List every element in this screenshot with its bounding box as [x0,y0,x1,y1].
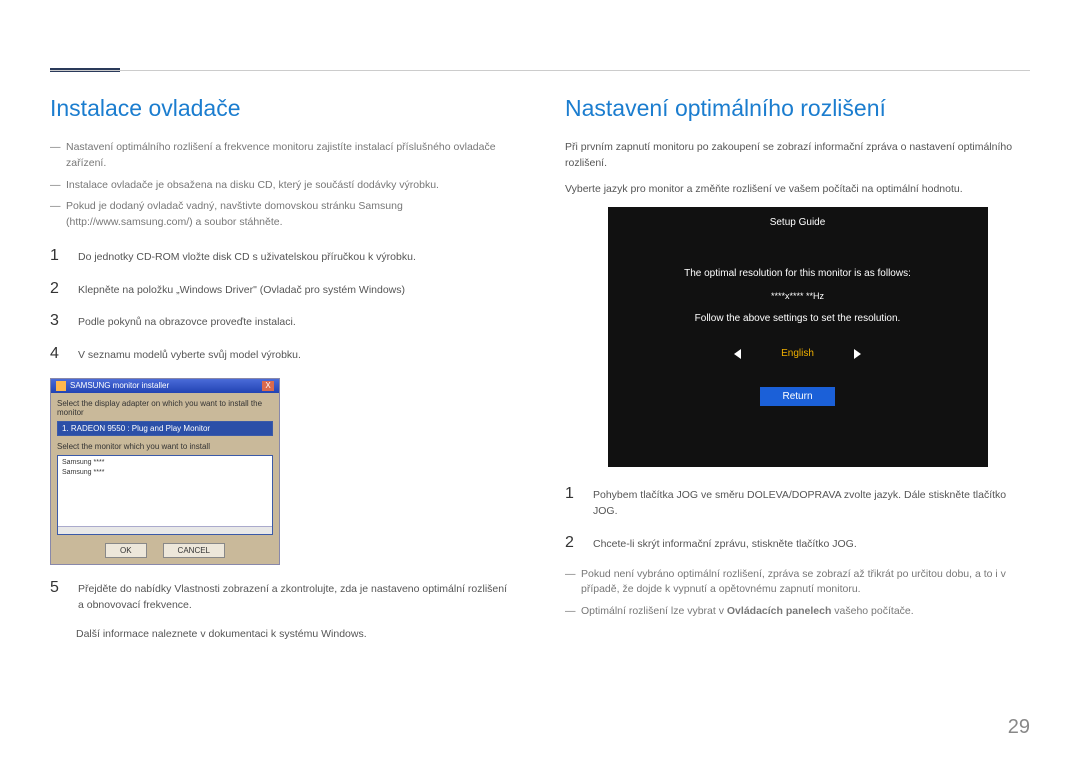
intro-item: Pokud je dodaný ovladač vadný, navštivte… [50,199,515,231]
language-value: English [781,348,814,359]
left-heading: Instalace ovladače [50,95,515,122]
installer-body: Select the display adapter on which you … [51,393,279,564]
step-number: 1 [50,247,64,265]
step-number: 4 [50,345,64,363]
step-text: Pohybem tlačítka JOG ve směru DOLEVA/DOP… [593,485,1030,520]
scrollbar-horizontal[interactable] [58,526,272,534]
step-3: 3 Podle pokynů na obrazovce proveďte ins… [50,312,515,331]
outro-tail: vašeho počítače. [831,605,913,617]
intro-item: Instalace ovladače je obsažena na disku … [50,178,515,194]
step-text: Klepněte na položku „Windows Driver" (Ov… [78,280,405,299]
step-4: 4 V seznamu modelů vyberte svůj model vý… [50,345,515,364]
step-number: 5 [50,579,64,597]
step-2: 2 Klepněte na položku „Windows Driver" (… [50,280,515,299]
step-number: 3 [50,312,64,330]
outro-item: Optimální rozlišení lze vybrat v Ovládac… [565,604,1030,620]
step-number: 1 [565,485,579,503]
left-intro: Nastavení optimálního rozlišení a frekve… [50,140,515,231]
right-column: Nastavení optimálního rozlišení Při prvn… [565,95,1030,643]
chevron-right-icon[interactable] [854,349,861,359]
outro-bold: Ovládacích panelech [727,605,831,617]
right-body1: Při prvním zapnutí monitoru po zakoupení… [565,140,1030,172]
setup-message1: The optimal resolution for this monitor … [684,268,911,279]
installer-instruction: Select the monitor which you want to ins… [57,442,273,451]
list-item[interactable]: Samsung **** [62,468,268,478]
step-text: Podle pokynů na obrazovce proveďte insta… [78,312,296,331]
step-number: 2 [565,534,579,552]
intro-item: Nastavení optimálního rozlišení a frekve… [50,140,515,172]
step-text: Přejděte do nabídky Vlastnosti zobrazení… [78,579,515,614]
left-note: Další informace naleznete v dokumentaci … [50,627,515,643]
chevron-left-icon[interactable] [734,349,741,359]
step-text: Chcete-li skrýt informační zprávu, stisk… [593,534,857,553]
installer-titlebar: SAMSUNG monitor installer X [51,379,279,393]
step-5: 5 Přejděte do nabídky Vlastnosti zobraze… [50,579,515,614]
setup-title: Setup Guide [770,217,826,228]
outro-text: Optimální rozlišení lze vybrat v [581,605,727,617]
left-column: Instalace ovladače Nastavení optimálního… [50,95,515,643]
ok-button[interactable]: OK [105,543,147,558]
right-step-1: 1 Pohybem tlačítka JOG ve směru DOLEVA/D… [565,485,1030,520]
cancel-button[interactable]: CANCEL [163,543,225,558]
step-text: Do jednotky CD-ROM vložte disk CD s uživ… [78,247,416,266]
outro-item: Pokud není vybráno optimální rozlišení, … [565,567,1030,599]
right-step-2: 2 Chcete-li skrýt informační zprávu, sti… [565,534,1030,553]
adapter-dropdown[interactable]: 1. RADEON 9550 : Plug and Play Monitor [57,421,273,436]
installer-instruction: Select the display adapter on which you … [57,399,273,417]
app-icon [56,381,66,391]
right-body2: Vyberte jazyk pro monitor a změňte rozli… [565,182,1030,198]
page-number: 29 [1008,716,1030,739]
step-1: 1 Do jednotky CD-ROM vložte disk CD s už… [50,247,515,266]
right-heading: Nastavení optimálního rozlišení [565,95,1030,122]
language-selector[interactable]: English [734,348,861,359]
setup-guide-osd: Setup Guide The optimal resolution for t… [608,207,988,467]
step-text: V seznamu modelů vyberte svůj model výro… [78,345,301,364]
setup-message2: Follow the above settings to set the res… [695,313,901,324]
close-icon[interactable]: X [262,381,274,391]
installer-title-text: SAMSUNG monitor installer [70,381,169,390]
list-item[interactable]: Samsung **** [62,458,268,468]
return-button[interactable]: Return [760,387,834,406]
installer-window: SAMSUNG monitor installer X Select the d… [50,378,280,565]
setup-resolution: ****x**** **Hz [771,291,824,301]
step-number: 2 [50,280,64,298]
monitor-list[interactable]: Samsung **** Samsung **** [57,455,273,535]
